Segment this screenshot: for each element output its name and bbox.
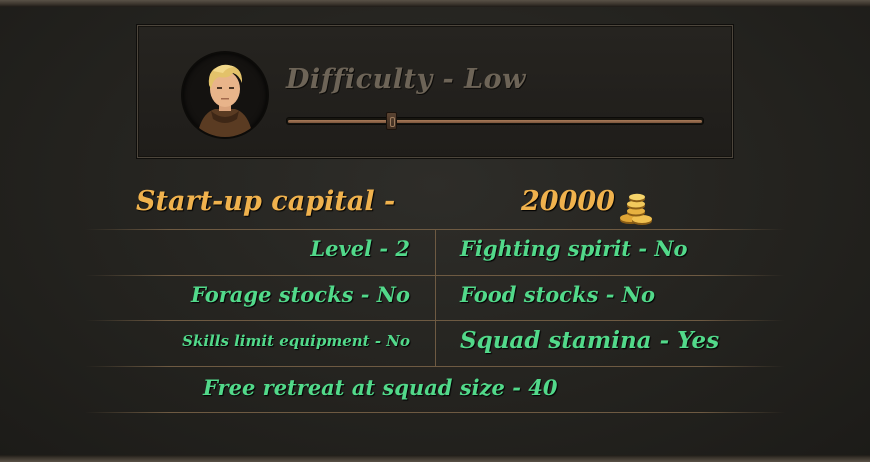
divider — [85, 412, 785, 413]
gold-coins-icon — [620, 193, 652, 225]
column-divider — [435, 230, 436, 367]
bottom-frame-border — [0, 455, 870, 462]
food-stocks-setting: Food stocks - No — [460, 282, 655, 307]
free-retreat-setting: Free retreat at squad size - 40 — [203, 375, 558, 400]
skills-limit-setting: Skills limit equipment - No — [182, 332, 410, 350]
level-setting: Level - 2 — [310, 236, 410, 261]
capital-value: 20000 — [521, 186, 615, 217]
top-frame-border — [0, 0, 870, 7]
slider-fill — [288, 120, 702, 123]
character-portrait — [183, 53, 267, 137]
capital-label: Start-up capital - — [136, 186, 396, 217]
squad-stamina-setting: Squad stamina - Yes — [460, 327, 720, 354]
fighting-spirit-setting: Fighting spirit - No — [460, 236, 688, 261]
difficulty-panel: Difficulty - Low — [137, 25, 733, 158]
difficulty-title: Difficulty - Low — [286, 64, 526, 95]
forage-stocks-setting: Forage stocks - No — [190, 282, 410, 307]
difficulty-slider[interactable] — [286, 112, 704, 130]
slider-thumb[interactable] — [386, 112, 397, 130]
